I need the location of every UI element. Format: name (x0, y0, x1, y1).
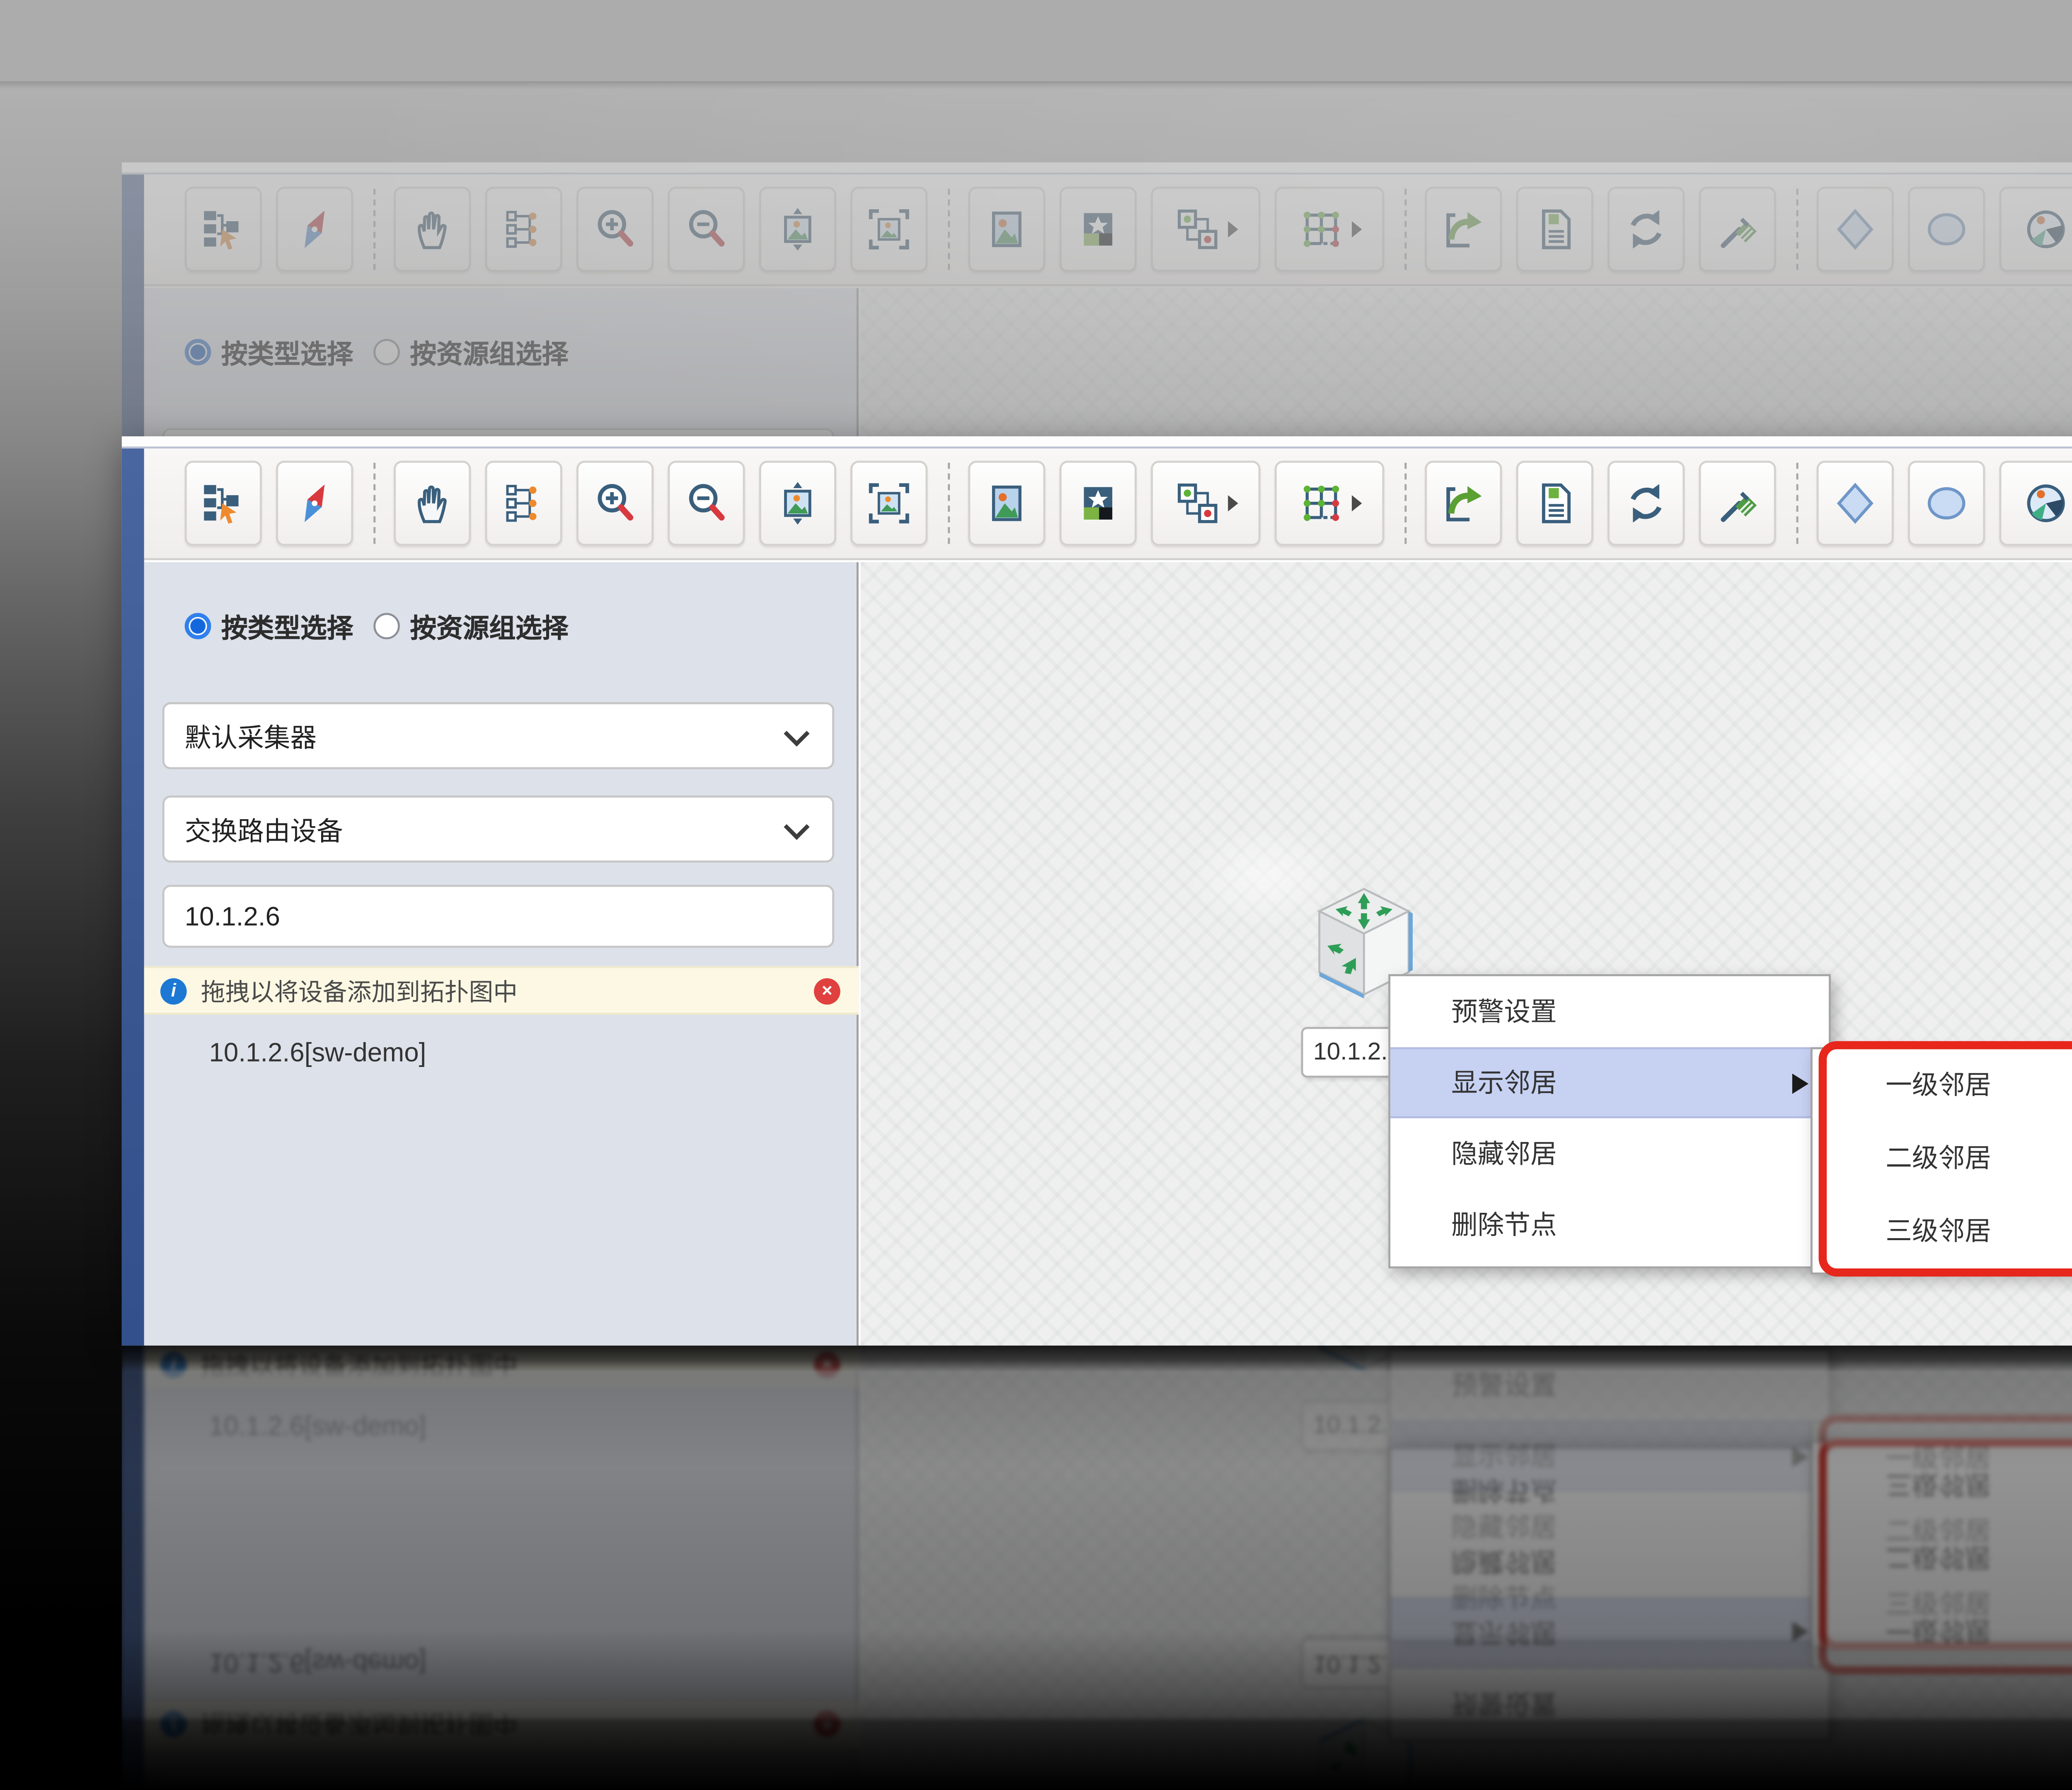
dropdown-caret-icon (1351, 495, 1361, 511)
window-left-strip (122, 448, 144, 1345)
background-image-icon (985, 481, 1029, 526)
menu-item-show-neighbors-label: 显示邻居 (1451, 1067, 1557, 1098)
select-topology-icon (201, 481, 246, 526)
save-button[interactable] (1516, 461, 1593, 546)
menu-item-show-neighbors[interactable]: 显示邻居 (1390, 1047, 1829, 1118)
backdrop-faded-copy: 切换到运行态 按类型选择 按资源组选择 默认采集器 交换路由设备 (122, 162, 2072, 438)
submenu-arrow-icon (1792, 1074, 1808, 1094)
export-icon (1441, 481, 1486, 526)
radio-unselected-icon (373, 613, 400, 639)
radio-by-resource-group[interactable]: 按资源组选择 (373, 607, 568, 646)
clear-broom-button[interactable] (1699, 461, 1776, 546)
dropdown-caret-icon (1227, 495, 1237, 511)
toolbar-separator (1404, 463, 1406, 544)
shape-pie-icon (2023, 481, 2067, 526)
zoom-out-icon (684, 481, 729, 526)
window-top-edge (122, 436, 2072, 448)
shape-diamond-icon (1833, 481, 1878, 526)
fit-vertical-icon (775, 481, 820, 526)
radio-by-type-label: 按类型选择 (221, 607, 353, 646)
node-label: 10.1.2.6[sw-demo] (1301, 1027, 1401, 1077)
zoom-out-button[interactable] (668, 461, 745, 546)
main-screenshot: 切换到运行态 按类型选择 按资源组选择 默认采集器 交换路由设备 (122, 436, 2072, 1345)
save-icon (1532, 481, 1577, 526)
zoom-in-button[interactable] (576, 461, 654, 546)
chevron-down-icon (784, 720, 809, 745)
slide-background: 切换到运行态 按类型选择 按资源组选择 默认采集器 交换路由设备 (0, 0, 2072, 1790)
fit-selection-icon (867, 481, 911, 526)
reflection: 切换到运行态 按类型选择 按资源组选择 默认采集器 交换路由设备 (122, 1345, 2072, 1790)
device-sidebar: 按类型选择 按资源组选择 默认采集器 交换路由设备 i 拖拽以将设备添加到拓扑图… (144, 562, 859, 1346)
neighbors-submenu: 一级邻居 二级邻居 三级邻居 (1811, 1047, 2072, 1275)
info-icon: i (160, 977, 187, 1004)
submenu-item-level3[interactable]: 三级邻居 (1813, 1195, 2072, 1268)
submenu-item-level1[interactable]: 一级邻居 (1813, 1049, 2072, 1122)
menu-item-hide-neighbors[interactable]: 隐藏邻居 (1390, 1118, 1829, 1189)
compass-icon (292, 481, 337, 526)
top-gray-bar (0, 0, 2072, 83)
shape-ellipse-icon (1924, 481, 1969, 526)
toolbar-separator (373, 463, 375, 544)
drag-hint-bar: i 拖拽以将设备添加到拓扑图中 × (144, 966, 859, 1015)
close-icon[interactable]: × (814, 977, 840, 1004)
radio-selected-icon (185, 613, 211, 639)
device-type-select-value: 交换路由设备 (165, 810, 788, 848)
node-numbering-icon (1174, 481, 1219, 526)
pan-hand-button[interactable] (394, 461, 471, 546)
image-settings-icon (1076, 481, 1121, 526)
selection-mode-radios: 按类型选择 按资源组选择 (144, 562, 857, 646)
radio-by-type[interactable]: 按类型选择 (185, 607, 353, 646)
drag-hint-text: 拖拽以将设备添加到拓扑图中 (201, 973, 814, 1008)
submenu-item-level2[interactable]: 二级邻居 (1813, 1122, 2072, 1195)
zoom-in-icon (593, 481, 637, 526)
toolbar-separator (1796, 463, 1798, 544)
shape-pie-button[interactable] (1999, 461, 2072, 546)
refresh-icon (1624, 481, 1668, 526)
menu-item-alert-settings[interactable]: 预警设置 (1390, 976, 1829, 1047)
search-input[interactable] (162, 885, 834, 948)
collector-select[interactable]: 默认采集器 (162, 702, 834, 769)
shape-ellipse-button[interactable] (1908, 461, 1985, 546)
select-topology-button[interactable] (185, 461, 262, 546)
stage: 切换到运行态 按类型选择 按资源组选择 默认采集器 交换路由设备 (0, 0, 2072, 1790)
fit-vertical-button[interactable] (759, 461, 836, 546)
grid-layout-button[interactable] (1275, 461, 1384, 546)
menu-item-delete-node[interactable]: 删除节点 (1390, 1189, 1829, 1260)
grid-layout-icon (1298, 481, 1343, 526)
device-type-select[interactable]: 交换路由设备 (162, 796, 834, 863)
clear-broom-icon (1715, 481, 1760, 526)
fit-selection-button[interactable] (850, 461, 927, 546)
refresh-button[interactable] (1607, 461, 1685, 546)
radio-by-group-label: 按资源组选择 (410, 607, 568, 646)
node-numbering-button[interactable] (1151, 461, 1260, 546)
compass-button[interactable] (276, 461, 353, 546)
context-menu: 预警设置 显示邻居 隐藏邻居 删除节点 (1388, 974, 1831, 1268)
topology-toolbar: 切换到运行态 (144, 448, 2072, 560)
toolbar-separator (948, 463, 950, 544)
export-button[interactable] (1425, 461, 1502, 546)
image-settings-button[interactable] (1060, 461, 1137, 546)
node-list-icon (501, 481, 546, 526)
pan-hand-icon (410, 481, 455, 526)
shape-diamond-button[interactable] (1817, 461, 1894, 546)
device-list-item[interactable]: 10.1.2.6[sw-demo] (209, 1037, 426, 1067)
node-list-button[interactable] (485, 461, 562, 546)
chevron-down-icon (784, 813, 809, 839)
background-image-button[interactable] (968, 461, 1045, 546)
collector-select-value: 默认采集器 (165, 716, 788, 755)
reflection-dark-overlay (122, 1345, 2072, 1790)
